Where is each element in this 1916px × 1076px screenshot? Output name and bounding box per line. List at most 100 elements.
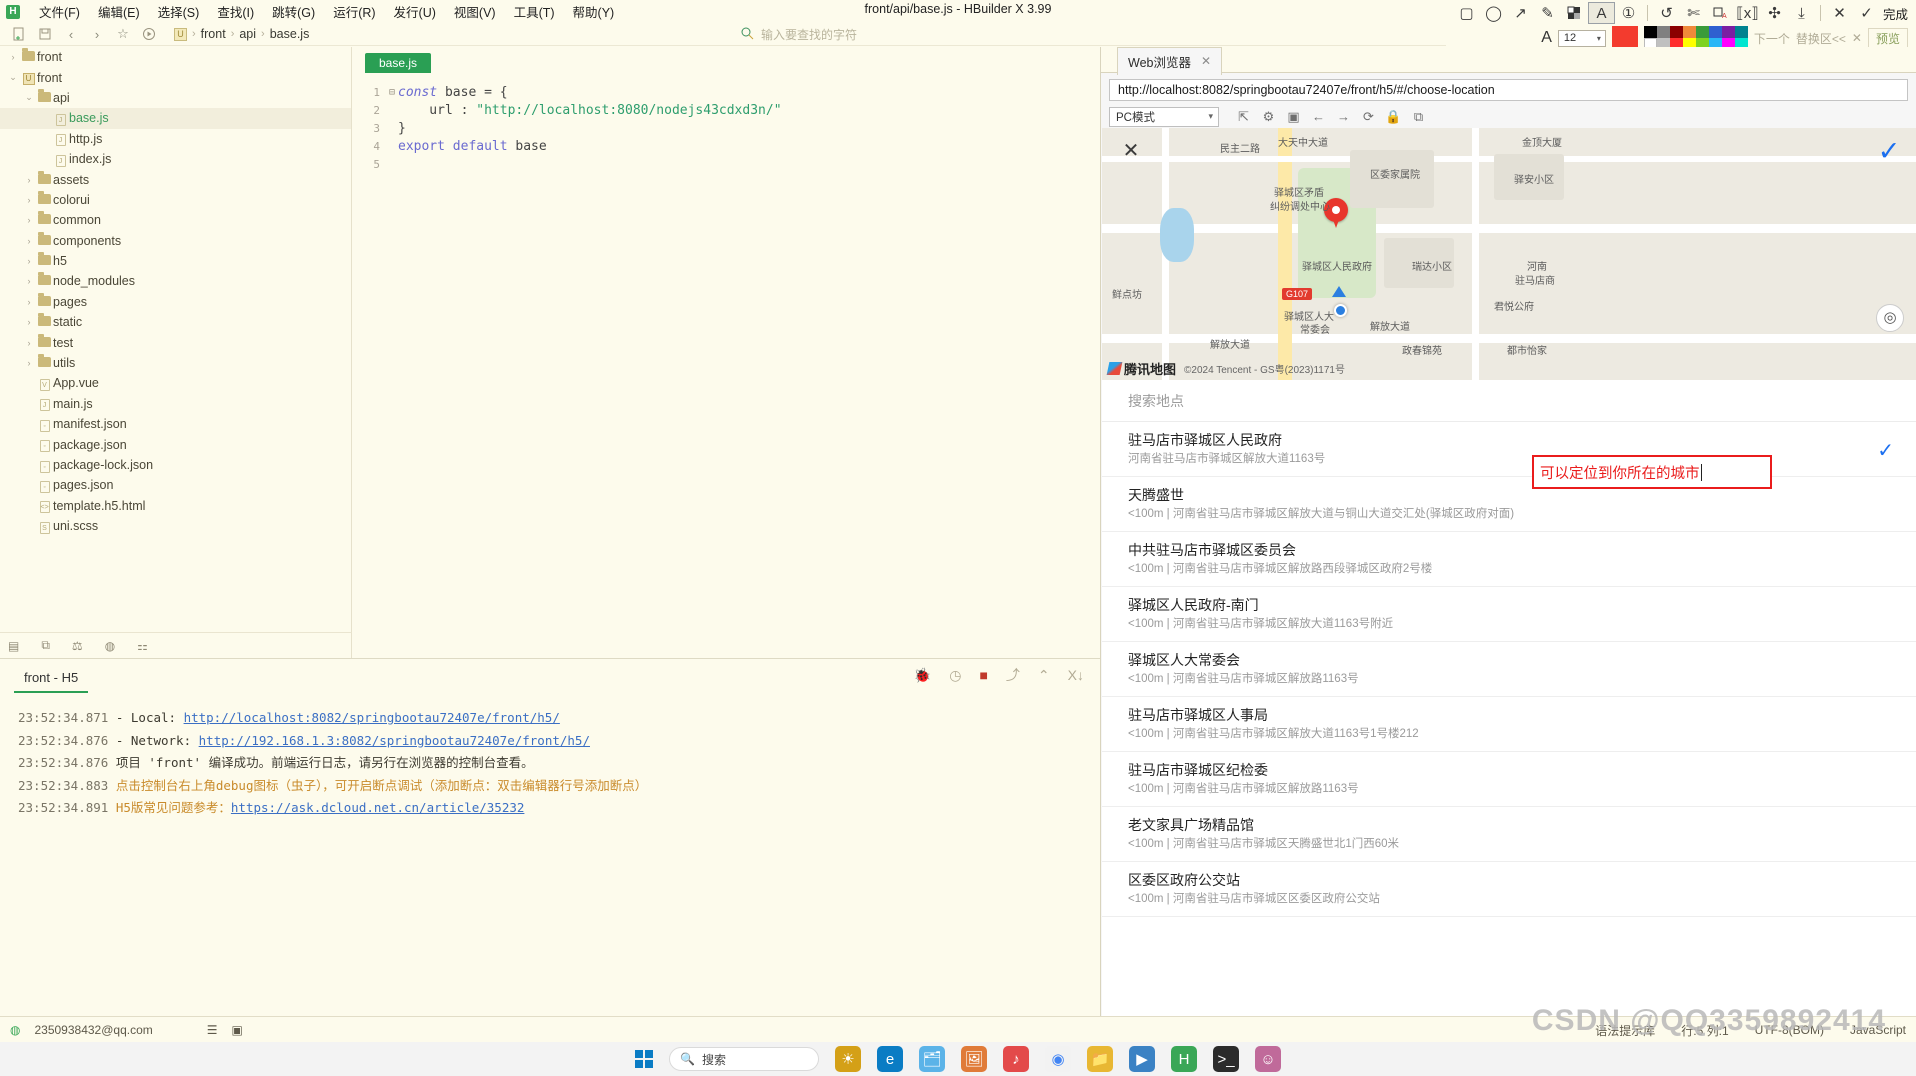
download-icon[interactable]: ⤓ — [1788, 2, 1815, 24]
poi-item[interactable]: 驿城区人大常委会 <100m | 河南省驻马店市驿城区解放路1163号 — [1102, 642, 1916, 697]
tree-item-index-js[interactable]: Jindex.js — [0, 149, 351, 169]
reload-icon[interactable]: ⟳ — [1356, 106, 1381, 128]
menu-publish[interactable]: 发行(U) — [385, 0, 445, 23]
next-button[interactable]: 下一个 — [1754, 30, 1790, 47]
status-account[interactable]: 2350938432@qq.com — [34, 1023, 152, 1037]
tree-filter-icon[interactable]: ⚖ — [72, 639, 83, 653]
arrow-icon[interactable]: ↗ — [1507, 2, 1534, 24]
open-external-icon[interactable]: ⇱ — [1231, 106, 1256, 128]
device-mode-select[interactable]: PC模式 — [1109, 106, 1219, 127]
windows-icon[interactable] — [635, 1050, 653, 1068]
tree-item-pages[interactable]: › pages — [0, 292, 351, 312]
tree-collapse-icon[interactable]: ⧉ — [41, 638, 50, 653]
menu-edit[interactable]: 编辑(E) — [89, 0, 149, 23]
export-icon[interactable]: ⤴ — [1006, 665, 1020, 685]
tree-item-template-h5-html[interactable]: <> template.h5.html — [0, 496, 351, 516]
breadcrumb-basejs[interactable]: base.js — [270, 27, 310, 41]
color-swatch[interactable] — [1721, 26, 1735, 38]
menu-help[interactable]: 帮助(Y) — [564, 0, 624, 23]
code-line-1[interactable]: 1 ⊟ const base = { — [352, 83, 1100, 101]
menu-view[interactable]: 视图(V) — [445, 0, 505, 23]
code-line-2[interactable]: 2 url : "http://localhost:8080/nodejs43c… — [352, 101, 1100, 119]
weather-icon[interactable]: ☀ — [835, 1046, 861, 1072]
menu-find[interactable]: 查找(I) — [208, 0, 263, 23]
tree-item-api[interactable]: ⌄ api — [0, 88, 351, 108]
font-size-select[interactable]: 12 — [1557, 29, 1606, 47]
menu-select[interactable]: 选择(S) — [149, 0, 209, 23]
translate-icon[interactable]: ⟦x⟧ — [1734, 2, 1761, 24]
tree-item-package-lock-json[interactable]: ◦ package-lock.json — [0, 455, 351, 475]
console-tab-front-h5[interactable]: front - H5 — [14, 666, 89, 693]
explorer-icon[interactable]: 🗂 — [919, 1046, 945, 1072]
color-swatch[interactable] — [1734, 26, 1748, 38]
clock-icon[interactable]: ◷ — [949, 667, 961, 684]
avatar-icon[interactable]: ☺ — [1255, 1046, 1281, 1072]
console-link[interactable]: http://192.168.1.3:8082/springbootau7240… — [199, 733, 590, 748]
console-link[interactable]: http://localhost:8082/springbootau72407e… — [184, 710, 560, 725]
close-icon[interactable]: ✕ — [1201, 54, 1211, 68]
tree-expand-arrow-icon[interactable]: › — [22, 297, 36, 307]
tree-expand-arrow-icon[interactable]: › — [22, 215, 36, 225]
settings-icon[interactable]: ⚙ — [1256, 106, 1281, 128]
menu-goto[interactable]: 跳转(G) — [263, 0, 324, 23]
tree-more-icon[interactable]: ⚏ — [137, 639, 148, 653]
pin-icon[interactable]: ✣ — [1761, 2, 1788, 24]
color-swatch[interactable] — [1656, 26, 1670, 38]
tree-expand-arrow-icon[interactable]: › — [6, 52, 20, 62]
tree-expand-arrow-icon[interactable]: ⌄ — [22, 92, 36, 103]
video-icon[interactable]: ▶ — [1129, 1046, 1155, 1072]
tree-expand-arrow-icon[interactable]: › — [22, 236, 36, 246]
tree-expand-arrow-icon[interactable]: › — [22, 338, 36, 348]
tree-expand-arrow-icon[interactable]: › — [22, 175, 36, 185]
poi-item[interactable]: 驻马店市驿城区人民政府 河南省驻马店市驿城区解放大道1163号 ✓ — [1102, 422, 1916, 477]
tree-item-http-js[interactable]: Jhttp.js — [0, 129, 351, 149]
run-icon[interactable] — [136, 24, 162, 44]
tree-expand-arrow-icon[interactable]: › — [22, 256, 36, 266]
text-icon[interactable]: A — [1587, 2, 1615, 24]
poi-item[interactable]: 区委区政府公交站 <100m | 河南省驻马店市驿城区区委区政府公交站 — [1102, 862, 1916, 917]
editor-tab-basejs[interactable]: base.js — [365, 53, 432, 73]
menu-file[interactable]: 文件(F) — [30, 0, 89, 23]
collapse-icon[interactable]: ⌃ — [1038, 667, 1050, 684]
browser-url-bar[interactable]: http://localhost:8082/springbootau72407e… — [1109, 79, 1908, 101]
screenshot-icon[interactable]: ▣ — [1281, 106, 1306, 128]
list-icon[interactable]: ☰ — [207, 1023, 218, 1037]
annotation-text-box[interactable]: 可以定位到你所在的城市 — [1532, 455, 1772, 489]
save-icon[interactable] — [32, 24, 58, 44]
back-icon[interactable]: ← — [1306, 106, 1331, 128]
undo-icon[interactable]: ↺ — [1653, 2, 1680, 24]
menu-run[interactable]: 运行(R) — [324, 0, 384, 23]
tree-refresh-icon[interactable]: ▤ — [8, 639, 19, 653]
new-file-icon[interactable] — [6, 24, 32, 44]
menu-tools[interactable]: 工具(T) — [505, 0, 564, 23]
pen-icon[interactable]: ✎ — [1534, 2, 1561, 24]
tree-sync-icon[interactable]: ◍ — [105, 639, 115, 653]
fold-toggle-icon[interactable]: ⊟ — [386, 87, 398, 98]
tree-item-common[interactable]: › common — [0, 210, 351, 230]
browser-tab[interactable]: Web浏览器 ✕ — [1117, 46, 1223, 75]
location-search-bar[interactable]: 搜索地点 — [1102, 380, 1916, 422]
tree-item-utils[interactable]: › utils — [0, 353, 351, 373]
tree-expand-arrow-icon[interactable]: › — [22, 358, 36, 368]
folder-icon[interactable]: 📁 — [1087, 1046, 1113, 1072]
ellipse-icon[interactable]: ◯ — [1480, 2, 1507, 24]
breadcrumb-front[interactable]: front — [201, 27, 226, 41]
tree-item-base-js[interactable]: Jbase.js — [0, 108, 351, 129]
breadcrumb-api[interactable]: api — [239, 27, 256, 41]
tree-item-colorui[interactable]: › colorui — [0, 190, 351, 210]
stop-icon[interactable]: ■ — [979, 667, 987, 683]
forward-icon[interactable]: → — [1331, 106, 1356, 128]
terminal-icon[interactable]: >_ — [1213, 1046, 1239, 1072]
poi-result-list[interactable]: 驻马店市驿城区人民政府 河南省驻马店市驿城区解放大道1163号 ✓ 天腾盛世 <100m… — [1102, 422, 1916, 1016]
ocr-icon[interactable]: A — [1707, 2, 1734, 24]
photos-icon[interactable]: 🖼 — [961, 1046, 987, 1072]
find-box[interactable]: 输入要查找的字符 — [735, 25, 1130, 44]
done-button[interactable]: 完成 — [1883, 4, 1908, 23]
code-line-4[interactable]: 4 export default base — [352, 137, 1100, 155]
music-icon[interactable]: ♪ — [1003, 1046, 1029, 1072]
bug-icon[interactable]: 🐞 — [914, 667, 931, 684]
forward-icon[interactable]: › — [84, 24, 110, 44]
hbuilder-icon[interactable]: H — [1171, 1046, 1197, 1072]
close-icon[interactable]: ✕ — [1826, 2, 1853, 24]
map-locate-button[interactable]: ◎ — [1876, 304, 1904, 332]
